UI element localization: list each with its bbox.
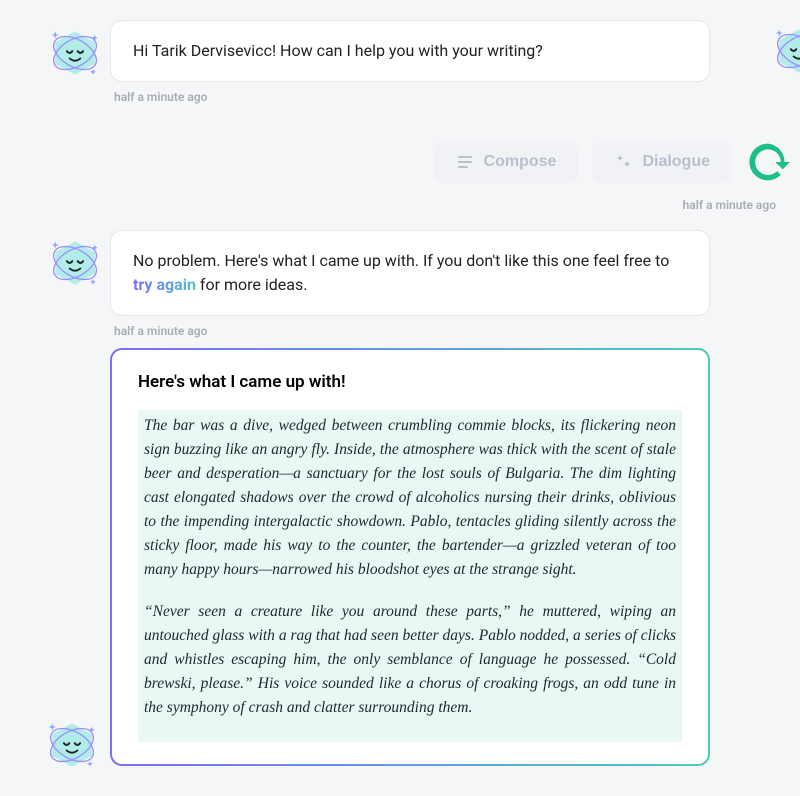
output-card: Here's what I came up with! The bar was … xyxy=(110,348,710,766)
output-paragraph: The bar was a dive, wedged between crumb… xyxy=(144,414,676,582)
star-avatar-icon xyxy=(48,26,102,80)
user-action-row: Compose Dialogue xyxy=(0,110,800,190)
reply-bubble: No problem. Here's what I came up with. … xyxy=(110,230,710,316)
reply-prefix: No problem. Here's what I came up with. … xyxy=(133,251,669,270)
reply-suffix: for more ideas. xyxy=(196,275,308,294)
star-avatar-icon xyxy=(772,24,800,78)
actions-timestamp: half a minute ago xyxy=(0,198,800,212)
compose-button[interactable]: Compose xyxy=(434,141,579,183)
assistant-avatar-bottom xyxy=(45,718,99,776)
output-body: The bar was a dive, wedged between crumb… xyxy=(138,410,682,742)
dialogue-button[interactable]: Dialogue xyxy=(592,141,732,183)
star-avatar-icon xyxy=(45,718,99,772)
output-heading: Here's what I came up with! xyxy=(138,372,682,392)
greeting-timestamp: half a minute ago xyxy=(110,90,710,104)
chat-container: Hi Tarik Dervisevicc! How can I help you… xyxy=(0,0,800,766)
assistant-avatar xyxy=(40,230,110,290)
assistant-reply-row: No problem. Here's what I came up with. … xyxy=(0,230,800,338)
assistant-avatar xyxy=(40,20,110,80)
grammarly-badge-icon xyxy=(746,140,790,184)
try-again-link[interactable]: try again xyxy=(133,275,196,294)
compose-label: Compose xyxy=(484,153,557,171)
greeting-bubble: Hi Tarik Dervisevicc! How can I help you… xyxy=(110,20,710,82)
reply-timestamp: half a minute ago xyxy=(110,324,710,338)
output-paragraph: “Never seen a creature like you around t… xyxy=(144,600,676,720)
compose-lines-icon xyxy=(456,153,474,171)
assistant-message-row: Hi Tarik Dervisevicc! How can I help you… xyxy=(0,20,800,104)
star-avatar-icon xyxy=(48,236,102,290)
dialogue-label: Dialogue xyxy=(642,153,710,171)
greeting-text: Hi Tarik Dervisevicc! How can I help you… xyxy=(133,41,543,60)
assistant-avatar-peek xyxy=(772,24,800,82)
dialogue-sparkle-icon xyxy=(614,153,632,171)
